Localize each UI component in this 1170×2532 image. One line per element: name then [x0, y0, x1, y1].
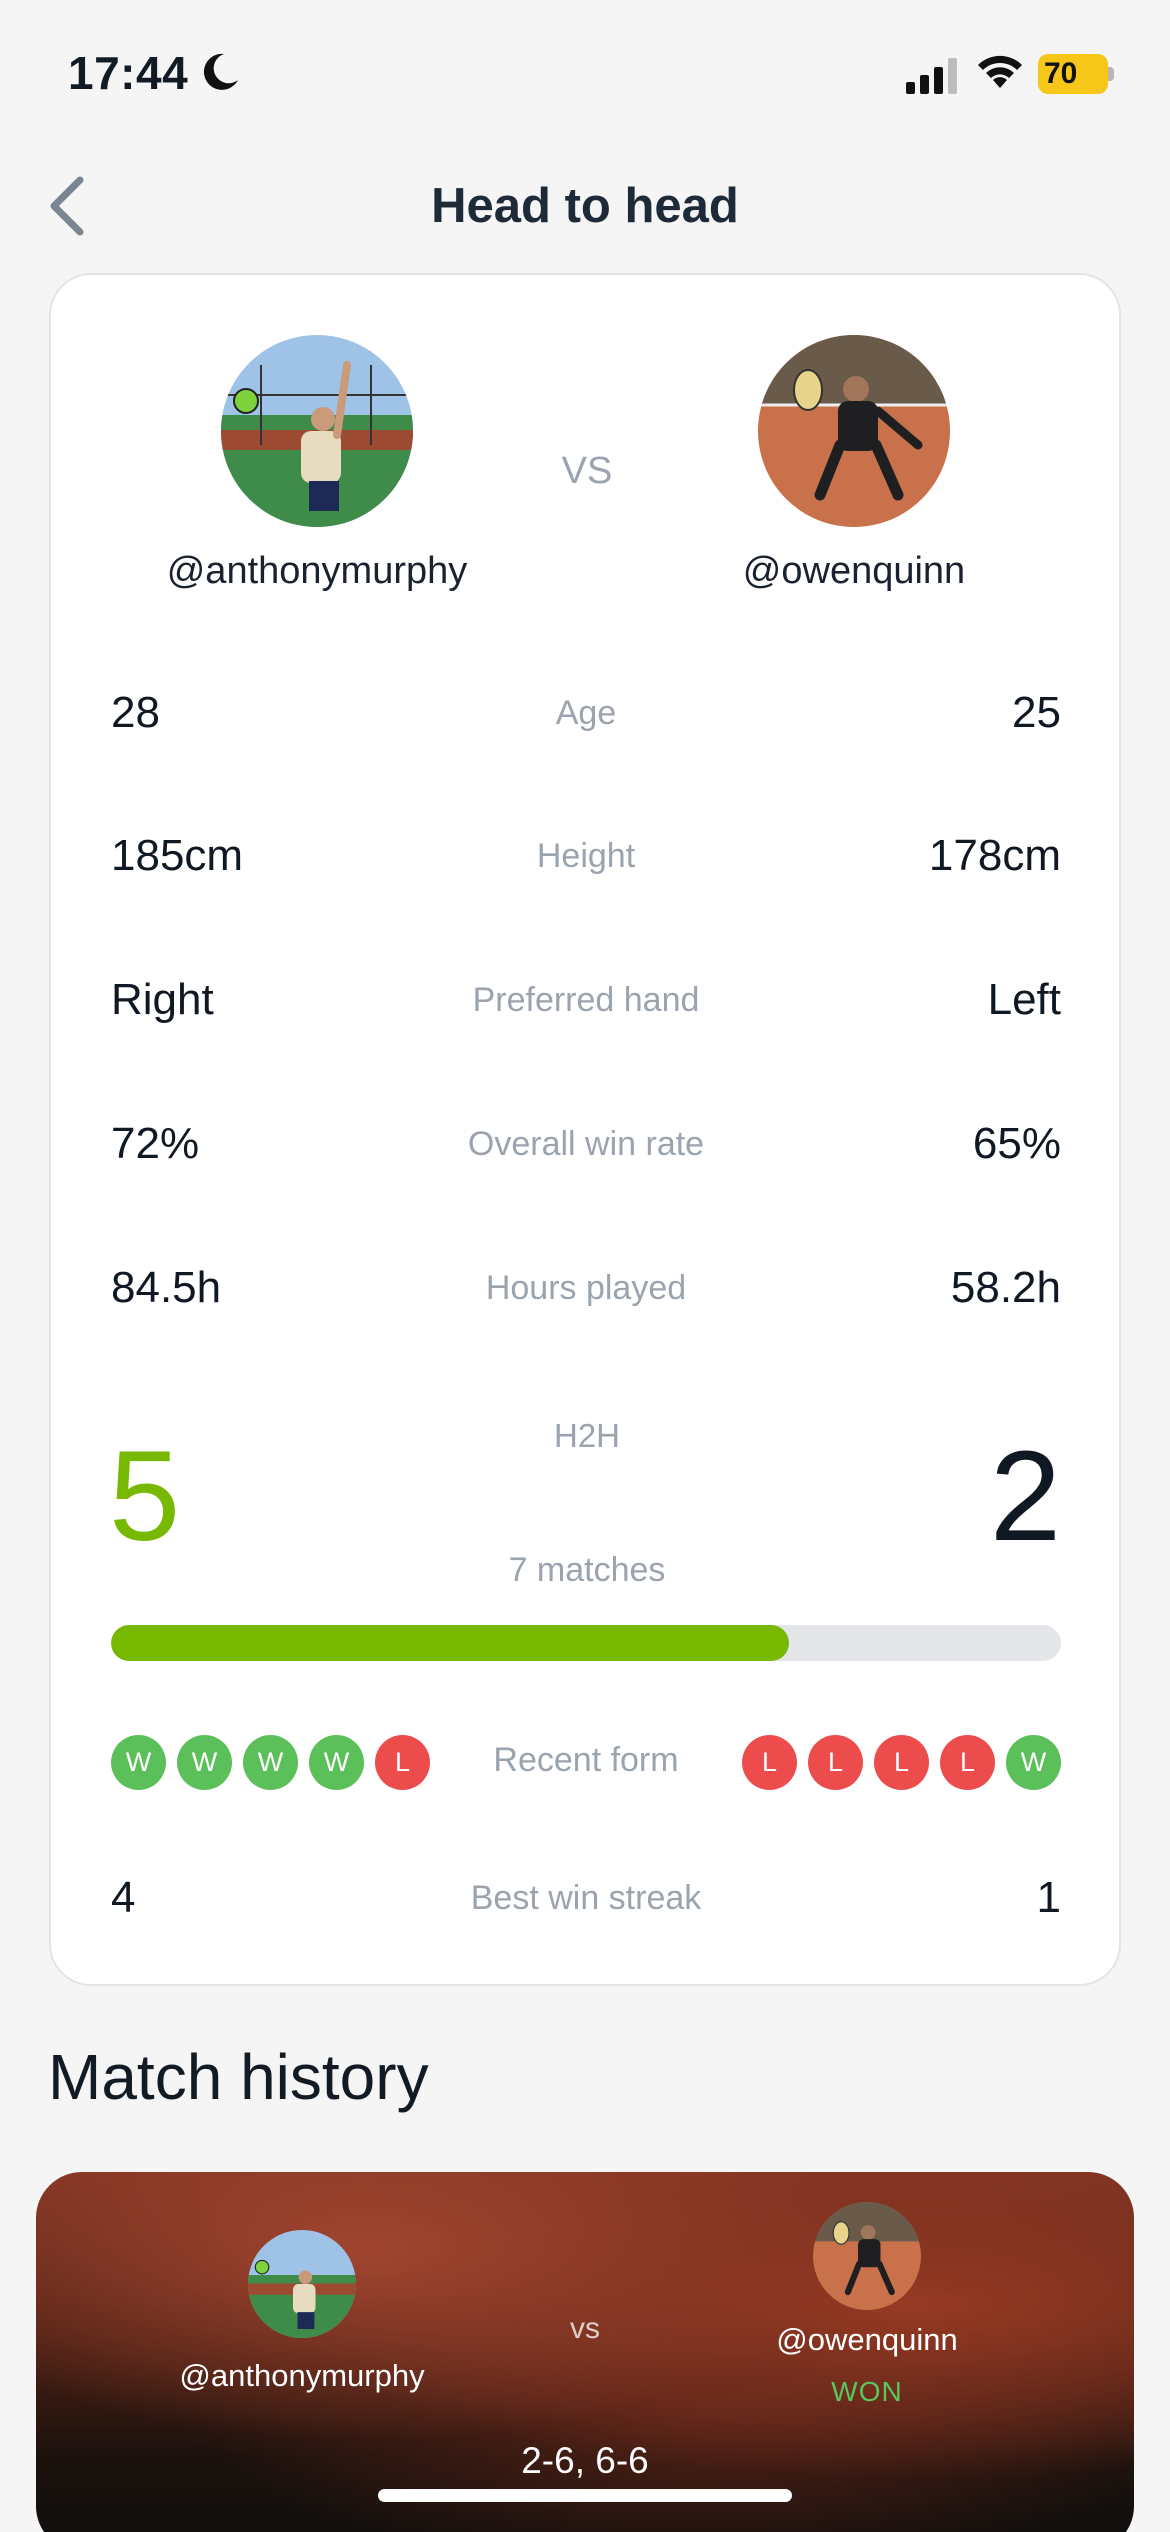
stat-row-hours-played: 84.5h Hours played 58.2h: [111, 1263, 1061, 1343]
player-left-avatar[interactable]: [221, 335, 413, 527]
stat-right-value: Left: [987, 975, 1061, 1024]
battery-level: 70: [1044, 57, 1078, 90]
wifi-icon: [978, 55, 1022, 88]
stat-row-preferred-hand: Right Preferred hand Left: [111, 975, 1061, 1055]
recent-form-row: WWWWL Recent form LLLLW: [111, 1735, 1061, 1791]
stat-right-value: 58.2h: [950, 1263, 1061, 1312]
form-pill-loss: L: [808, 1735, 863, 1790]
vs-label: VS: [561, 450, 613, 492]
h2h-right-wins: 2: [989, 1425, 1061, 1568]
form-pill-loss: L: [742, 1735, 797, 1790]
stat-label: Best win streak: [470, 1879, 702, 1917]
avatar-photo: [221, 335, 413, 527]
battery-icon: 70: [1038, 54, 1114, 94]
matches-count-label: 7 matches: [508, 1551, 666, 1589]
cellular-signal-icon: [906, 58, 957, 94]
form-pill-loss: L: [940, 1735, 995, 1790]
match-player-a-username: @anthonymurphy: [179, 2358, 425, 2393]
match-score: 2-6, 6-6: [521, 2440, 649, 2481]
player-right-avatar[interactable]: [758, 335, 950, 527]
moon-icon: [203, 53, 238, 90]
stat-row-best-streak: 4 Best win streak 1: [111, 1873, 1061, 1953]
avatar-photo: [758, 335, 950, 527]
h2h-left-wins: 5: [109, 1425, 181, 1568]
stat-label: Preferred hand: [472, 981, 700, 1019]
page-title: Head to head: [431, 179, 739, 233]
stat-row-height: 185cm Height 178cm: [111, 831, 1061, 911]
stat-right-value: 178cm: [928, 831, 1061, 880]
home-indicator[interactable]: [378, 2489, 792, 2502]
player-left-username[interactable]: @anthonymurphy: [97, 550, 537, 593]
form-pill-win: W: [1006, 1735, 1061, 1790]
player-right-username[interactable]: @owenquinn: [634, 550, 1074, 593]
h2h-progress-fill: [111, 1625, 790, 1661]
stat-label: Overall win rate: [467, 1125, 705, 1163]
match-card[interactable]: vs @anthonymurphy @owenquinn WON 2-6, 6-…: [36, 2172, 1134, 2532]
stat-row-win-rate: 72% Overall win rate 65%: [111, 1119, 1061, 1199]
match-history-title: Match history: [48, 2041, 429, 2113]
stat-label: Age: [555, 694, 617, 732]
match-player-b-username: @owenquinn: [776, 2322, 958, 2357]
stat-right-value: 1: [1036, 1873, 1061, 1922]
avatar-photo: [813, 2202, 921, 2310]
h2h-label: H2H: [553, 1417, 621, 1454]
recent-form-right: LLLLW: [742, 1735, 1061, 1790]
h2h-progress-bar: [111, 1625, 1061, 1661]
stat-label: Hours played: [485, 1269, 687, 1307]
match-result-badge: WON: [831, 2376, 903, 2407]
stat-right-value: 25: [1012, 688, 1061, 737]
h2h-card: VS @anthonymurphy @owenquinn 28 Age 25 1…: [49, 273, 1121, 1986]
stat-row-age: 28 Age 25: [111, 688, 1061, 768]
form-pill-loss: L: [874, 1735, 929, 1790]
match-player-b-avatar: [813, 2202, 921, 2310]
stat-right-value: 65%: [972, 1119, 1061, 1168]
status-bar: 17:44 70: [0, 0, 1170, 150]
status-time: 17:44: [68, 47, 189, 99]
stat-label: Height: [536, 837, 636, 875]
